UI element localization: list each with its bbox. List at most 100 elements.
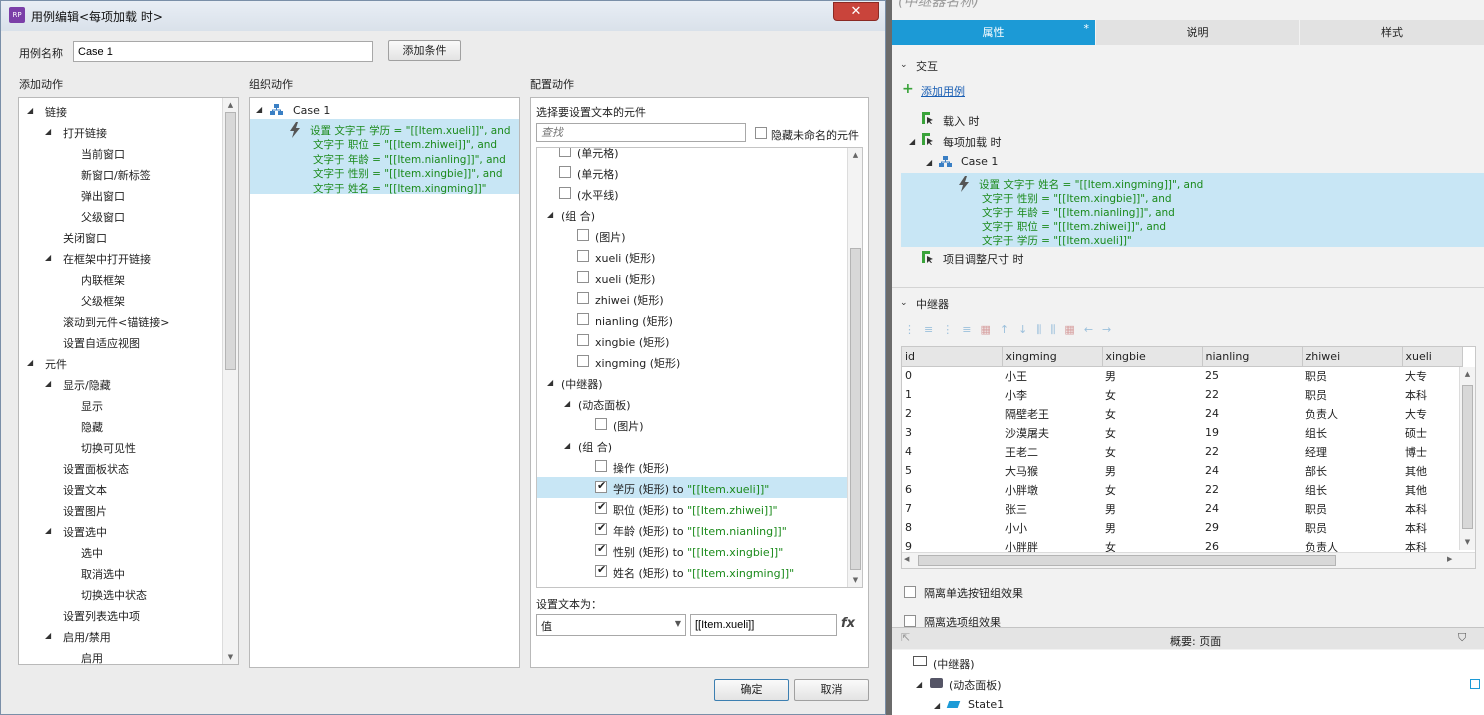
table-cell[interactable]: 本科 — [1402, 499, 1462, 518]
table-cell[interactable]: 小胖墩 — [1002, 480, 1102, 499]
table-cell[interactable]: 职员 — [1302, 385, 1402, 404]
expand-triangle-icon[interactable]: ◢ — [916, 680, 922, 689]
action-item[interactable]: 设置面板状态 — [19, 457, 219, 478]
collapse-icon[interactable]: ⌄ — [900, 60, 908, 70]
scroll-down-icon[interactable]: ▼ — [848, 573, 862, 587]
column-header[interactable]: zhiwei — [1302, 347, 1403, 367]
move-up-icon[interactable]: ↑ — [1000, 323, 1018, 336]
expand-triangle-icon[interactable]: ◢ — [564, 441, 570, 450]
widget-tree-item[interactable]: zhiwei (矩形) — [537, 288, 847, 309]
widget-tree-item[interactable]: (图片) — [537, 414, 847, 435]
table-row[interactable]: 0 小王男 25 职员 大专 — [902, 366, 1462, 385]
widget-tree-scrollbar[interactable]: ▲ ▼ — [847, 148, 862, 587]
scroll-up-icon[interactable]: ▲ — [223, 98, 238, 112]
widget-tree-item[interactable]: ◢ (组 合) — [537, 204, 847, 225]
action-item[interactable]: 选中 — [19, 541, 219, 562]
column-header[interactable]: xingming — [1002, 347, 1103, 367]
table-cell[interactable]: 女 — [1102, 385, 1202, 404]
action-item[interactable]: 关闭窗口 — [19, 226, 219, 247]
action-item[interactable]: 显示 — [19, 394, 219, 415]
table-cell[interactable]: 25 — [1202, 366, 1302, 385]
expand-triangle-icon[interactable]: ◢ — [256, 105, 262, 114]
widget-name-field[interactable]: (中继器名称) — [898, 0, 979, 11]
widget-checkbox[interactable] — [559, 187, 571, 199]
dialog-titlebar[interactable]: RP 用例编辑<每项加载 时> ✕ — [1, 1, 885, 31]
delete-row-icon[interactable]: ▦ — [980, 323, 999, 336]
action-item[interactable]: 设置自适应视图 — [19, 331, 219, 352]
case-node[interactable]: ◢ Case 1 — [250, 100, 519, 120]
table-cell[interactable]: 2 — [902, 404, 1002, 423]
table-cell[interactable]: 职员 — [1302, 366, 1402, 385]
column-header[interactable]: id — [902, 347, 1003, 367]
action-item[interactable]: ◢ 元件 — [19, 352, 219, 373]
action-item[interactable]: 内联框架 — [19, 268, 219, 289]
widget-tree-item[interactable]: 性别 (矩形) to "[[Item.xingbie]]" — [537, 540, 847, 561]
move-down-icon[interactable]: ↓ — [1018, 323, 1036, 336]
expand-triangle-icon[interactable]: ◢ — [45, 526, 51, 535]
repeater-data-grid[interactable]: id xingming xingbie nianling zhiwei xueli 0 小王男… — [901, 346, 1476, 569]
widget-tree-item[interactable]: 姓名 (矩形) to "[[Item.xingming]]" — [537, 561, 847, 582]
action-tree-scrollbar[interactable]: ▲ ▼ — [222, 98, 238, 664]
table-cell[interactable]: 女 — [1102, 423, 1202, 442]
table-cell[interactable]: 8 — [902, 518, 1002, 537]
scroll-thumb[interactable] — [850, 248, 861, 570]
expand-triangle-icon[interactable]: ◢ — [45, 127, 51, 136]
widget-checkbox[interactable] — [577, 292, 589, 304]
table-row[interactable]: 5 大马猴男 24 部长 其他 — [902, 461, 1462, 480]
filter-icon[interactable]: ⛉ — [1458, 631, 1466, 645]
table-cell[interactable]: 5 — [902, 461, 1002, 480]
expand-triangle-icon[interactable]: ◢ — [45, 253, 51, 262]
table-cell[interactable]: 其他 — [1402, 480, 1462, 499]
widget-checkbox[interactable] — [595, 460, 607, 472]
table-cell[interactable]: 经理 — [1302, 442, 1402, 461]
widget-tree-item[interactable]: 职位 (矩形) to "[[Item.zhiwei]]" — [537, 498, 847, 519]
widget-tree-item[interactable]: ◢ (中继器) — [537, 372, 847, 393]
scroll-right-icon[interactable]: ▶ — [1447, 555, 1452, 563]
table-cell[interactable]: 大马猴 — [1002, 461, 1102, 480]
visibility-toggle-icon[interactable] — [1470, 679, 1480, 689]
collapse-arrow-icon[interactable]: ⇱ — [901, 631, 910, 644]
insert-column-right-icon[interactable]: ⫼ — [1050, 323, 1064, 336]
table-cell[interactable]: 4 — [902, 442, 1002, 461]
action-item[interactable]: ◢ 设置选中 — [19, 520, 219, 541]
action-item[interactable]: 设置列表选中项 — [19, 604, 219, 625]
action-item[interactable]: 切换选中状态 — [19, 583, 219, 604]
move-left-icon[interactable]: ← — [1084, 323, 1102, 336]
close-button[interactable]: ✕ — [833, 2, 879, 21]
table-cell[interactable]: 博士 — [1402, 442, 1462, 461]
event-item-loaded[interactable]: 每项加载 时 — [943, 134, 1002, 150]
table-cell[interactable]: 7 — [902, 499, 1002, 518]
action-item[interactable]: 新窗口/新标签 — [19, 163, 219, 184]
action-item[interactable]: ◢ 启用/禁用 — [19, 625, 219, 646]
table-row[interactable]: 4 王老二女 22 经理 博士 — [902, 442, 1462, 461]
widget-checkbox[interactable] — [577, 334, 589, 346]
widget-tree-item[interactable]: xueli (矩形) — [537, 246, 847, 267]
expand-triangle-icon[interactable]: ◢ — [45, 631, 51, 640]
event-resize[interactable]: 项目调整尺寸 时 — [943, 251, 1024, 267]
table-cell[interactable]: 负责人 — [1302, 404, 1402, 423]
table-cell[interactable]: 大专 — [1402, 366, 1462, 385]
action-item[interactable]: 父级窗口 — [19, 205, 219, 226]
value-type-select[interactable]: 值 ▼ — [536, 614, 686, 636]
action-item[interactable]: ◢ 打开链接 — [19, 121, 219, 142]
outline-item-state[interactable]: State1 — [968, 698, 1004, 711]
set-text-action-node[interactable]: 设置 文字于 姓名 = "[[Item.xingming]]", and 文字于 … — [901, 173, 1484, 247]
outline-item-dynamic-panel[interactable]: (动态面板) — [949, 677, 1002, 693]
widget-tree-item[interactable]: (水平线) — [537, 183, 847, 204]
table-cell[interactable]: 硕士 — [1402, 423, 1462, 442]
table-cell[interactable]: 王老二 — [1002, 442, 1102, 461]
table-cell[interactable]: 本科 — [1402, 385, 1462, 404]
tab-style[interactable]: 样式 — [1300, 20, 1484, 45]
widget-checkbox[interactable] — [595, 500, 607, 514]
table-cell[interactable]: 男 — [1102, 366, 1202, 385]
widget-search-input[interactable] — [536, 123, 746, 142]
table-cell[interactable]: 沙漠屠夫 — [1002, 423, 1102, 442]
table-cell[interactable]: 0 — [902, 366, 1002, 385]
action-item[interactable]: 当前窗口 — [19, 142, 219, 163]
fx-button[interactable]: fx — [841, 616, 855, 631]
expand-triangle-icon[interactable]: ◢ — [547, 378, 553, 387]
action-item[interactable]: 切换可见性 — [19, 436, 219, 457]
widget-tree-item[interactable]: 学历 (矩形) to "[[Item.xueli]]" — [537, 477, 847, 498]
scroll-down-icon[interactable]: ▼ — [1460, 535, 1475, 549]
table-cell[interactable]: 组长 — [1302, 480, 1402, 499]
